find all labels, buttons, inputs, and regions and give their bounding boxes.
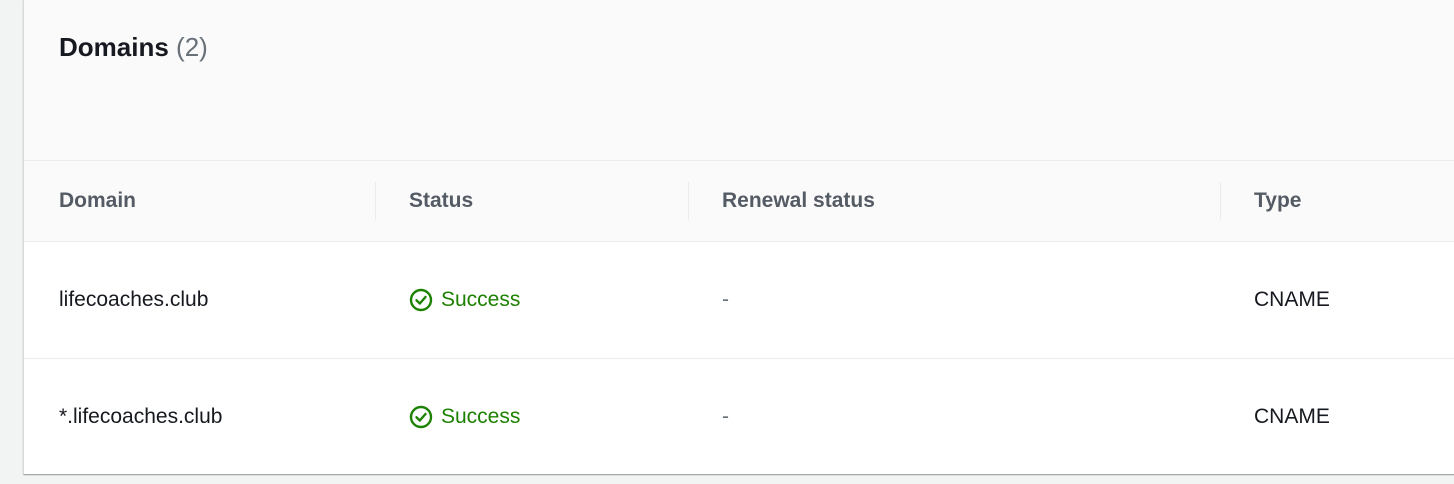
status-text: Success [441,288,521,311]
table-row: *.lifecoaches.club Success - CNAME [24,359,1454,474]
column-header-renewal-status[interactable]: Renewal status [722,161,875,241]
column-divider[interactable] [375,182,376,220]
check-circle-icon [409,405,433,429]
check-circle-icon [409,288,433,312]
type-cell: CNAME [1254,405,1330,428]
column-divider[interactable] [1220,182,1221,220]
renewal-status-cell: - [722,405,729,428]
status-cell: Success [409,359,520,475]
column-header-status[interactable]: Status [409,161,473,241]
column-header-domain[interactable]: Domain [59,161,136,241]
status-indicator: Success [409,359,520,475]
panel-header: Domains (2) [24,0,1454,161]
column-header-type[interactable]: Type [1254,161,1301,241]
column-divider[interactable] [688,182,689,220]
domains-panel: Domains (2) Domain Status Renewal status… [23,0,1454,474]
type-cell: CNAME [1254,288,1330,311]
table-row: lifecoaches.club Success - CNAME [24,242,1454,359]
status-indicator: Success [409,242,520,358]
status-cell: Success [409,242,520,358]
panel-title-text: Domains [59,32,169,62]
domain-cell: lifecoaches.club [59,288,209,311]
table-header: Domain Status Renewal status Type [24,161,1454,242]
domain-cell: *.lifecoaches.club [59,405,223,428]
status-text: Success [441,405,521,428]
renewal-status-cell: - [722,288,729,311]
domain-count: (2) [176,32,208,62]
panel-title: Domains (2) [59,30,208,64]
